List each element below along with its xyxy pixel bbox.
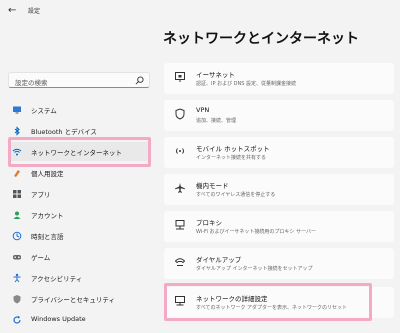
system-icon (12, 105, 22, 115)
sidebar-item-label: 時刻と言語 (31, 233, 64, 241)
card-proxy[interactable]: プロキシ Wi-Fi およびイーサネット接続用のプロキシ サーバー (164, 211, 394, 242)
card-subtitle: 認証、IP および DNS 設定、従量制課金接続 (196, 81, 297, 87)
privacy-icon (12, 294, 22, 304)
card-ethernet[interactable]: イーサネット 認証、IP および DNS 設定、従量制課金接続 (164, 63, 394, 94)
sidebar-item-label: アクセシビリティ (31, 275, 83, 283)
sidebar-item-label: Windows Update (31, 315, 86, 323)
card-airplane-mode[interactable]: 機内モード すべてのワイヤレス通信を停止する (164, 174, 394, 205)
highlight-frame-card (164, 283, 372, 321)
card-mobile-hotspot[interactable]: モバイル ホットスポット インターネット接続を共有する (164, 137, 394, 168)
sidebar-item-label: プライバシーとセキュリティ (31, 296, 115, 304)
card-vpn[interactable]: VPN 追加、接続、管理 (164, 100, 394, 131)
sidebar-item-gaming[interactable]: ゲーム (8, 247, 150, 266)
card-title: プロキシ (196, 219, 222, 227)
sidebar-nav: システム Bluetooth とデバイス ネットワークとインターネット 個人用設… (8, 100, 150, 331)
sidebar-item-accessibility[interactable]: アクセシビリティ (8, 268, 150, 287)
sidebar-item-accounts[interactable]: アカウント (8, 205, 150, 224)
back-button[interactable]: ← (8, 5, 22, 17)
sidebar-item-label: アプリ (31, 191, 51, 199)
airplane-icon (174, 182, 186, 194)
proxy-icon (174, 219, 186, 231)
card-subtitle: インターネット接続を共有する (196, 155, 267, 161)
card-title: VPN (196, 106, 210, 114)
sidebar-item-system[interactable]: システム (8, 100, 150, 119)
card-subtitle: Wi-Fi およびイーサネット接続用のプロキシ サーバー (196, 229, 316, 235)
card-subtitle: すべてのワイヤレス通信を停止する (196, 192, 276, 198)
search-input[interactable]: 設定の検索 (15, 77, 48, 87)
card-dialup[interactable]: ダイヤルアップ ダイヤルアップ インターネット接続をセットアップ (164, 248, 394, 279)
sidebar-item-time-language[interactable]: 時刻と言語 (8, 226, 150, 245)
hotspot-icon (174, 145, 186, 157)
accessibility-icon (12, 273, 22, 283)
sidebar-item-label: Bluetooth とデバイス (31, 128, 97, 136)
sidebar-item-label: アカウント (31, 212, 64, 220)
card-title: モバイル ホットスポット (196, 145, 270, 153)
highlight-frame-nav (8, 137, 151, 167)
card-title: ダイヤルアップ (196, 256, 242, 264)
search-box[interactable]: 設定の検索 (8, 72, 150, 88)
card-title: 機内モード (196, 182, 229, 190)
sidebar-item-windows-update[interactable]: Windows Update (8, 310, 150, 329)
card-title: イーサネット (196, 71, 235, 79)
sidebar-item-label: 個人用設定 (31, 170, 64, 178)
personalization-icon (12, 168, 22, 178)
card-subtitle: 追加、接続、管理 (196, 118, 237, 124)
vpn-icon (174, 108, 186, 120)
sidebar-item-label: システム (31, 107, 57, 115)
sidebar-item-label: ゲーム (31, 254, 51, 262)
ethernet-icon (174, 71, 186, 83)
time-language-icon (12, 231, 22, 241)
search-icon[interactable] (135, 76, 144, 85)
bluetooth-icon (12, 126, 22, 136)
apps-icon (12, 189, 22, 199)
card-subtitle: ダイヤルアップ インターネット接続をセットアップ (196, 266, 313, 272)
windows-update-icon (12, 315, 22, 325)
account-icon (12, 210, 22, 220)
title-bar: ← 設定 (0, 0, 400, 24)
sidebar-item-privacy[interactable]: プライバシーとセキュリティ (8, 289, 150, 308)
sidebar-item-apps[interactable]: アプリ (8, 184, 150, 203)
gaming-icon (12, 252, 22, 262)
dialup-icon (174, 256, 186, 268)
page-title: ネットワークとインターネット (163, 31, 359, 47)
app-title: 設定 (28, 8, 41, 15)
